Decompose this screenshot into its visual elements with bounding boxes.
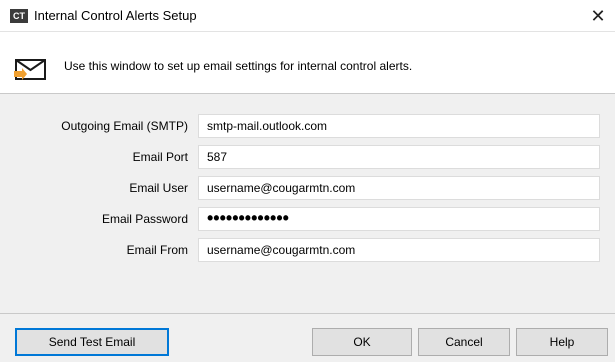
envelope-icon [14, 59, 46, 80]
user-label: Email User [129, 181, 188, 195]
app-logo-icon: CT [10, 9, 28, 23]
ok-button[interactable]: OK [312, 328, 412, 356]
password-label: Email Password [101, 212, 188, 226]
user-row: Email User username@cougarmtn.com [0, 176, 615, 200]
port-input[interactable]: 587 [198, 145, 600, 169]
from-input[interactable]: username@cougarmtn.com [198, 238, 600, 262]
password-row: Email Password ••••••••••••• [0, 207, 615, 231]
port-label: Email Port [132, 150, 188, 164]
footer-divider [0, 313, 615, 314]
dialog-body: Use this window to set up email settings… [0, 32, 615, 362]
port-row: Email Port 587 [0, 145, 615, 169]
user-input[interactable]: username@cougarmtn.com [198, 176, 600, 200]
cancel-button[interactable]: Cancel [418, 328, 510, 356]
help-button[interactable]: Help [516, 328, 608, 356]
title-bar: CT Internal Control Alerts Setup ✕ [0, 0, 615, 32]
close-button[interactable]: ✕ [581, 0, 615, 32]
smtp-input[interactable]: smtp-mail.outlook.com [198, 114, 600, 138]
from-label: Email From [126, 243, 188, 257]
window-title: Internal Control Alerts Setup [34, 8, 197, 23]
header-description: Use this window to set up email settings… [64, 59, 413, 73]
from-row: Email From username@cougarmtn.com [0, 238, 615, 262]
smtp-label: Outgoing Email (SMTP) [61, 119, 188, 133]
info-header: Use this window to set up email settings… [0, 32, 615, 94]
smtp-row: Outgoing Email (SMTP) smtp-mail.outlook.… [0, 114, 615, 138]
password-input[interactable]: ••••••••••••• [198, 207, 600, 231]
send-test-email-button[interactable]: Send Test Email [15, 328, 169, 356]
